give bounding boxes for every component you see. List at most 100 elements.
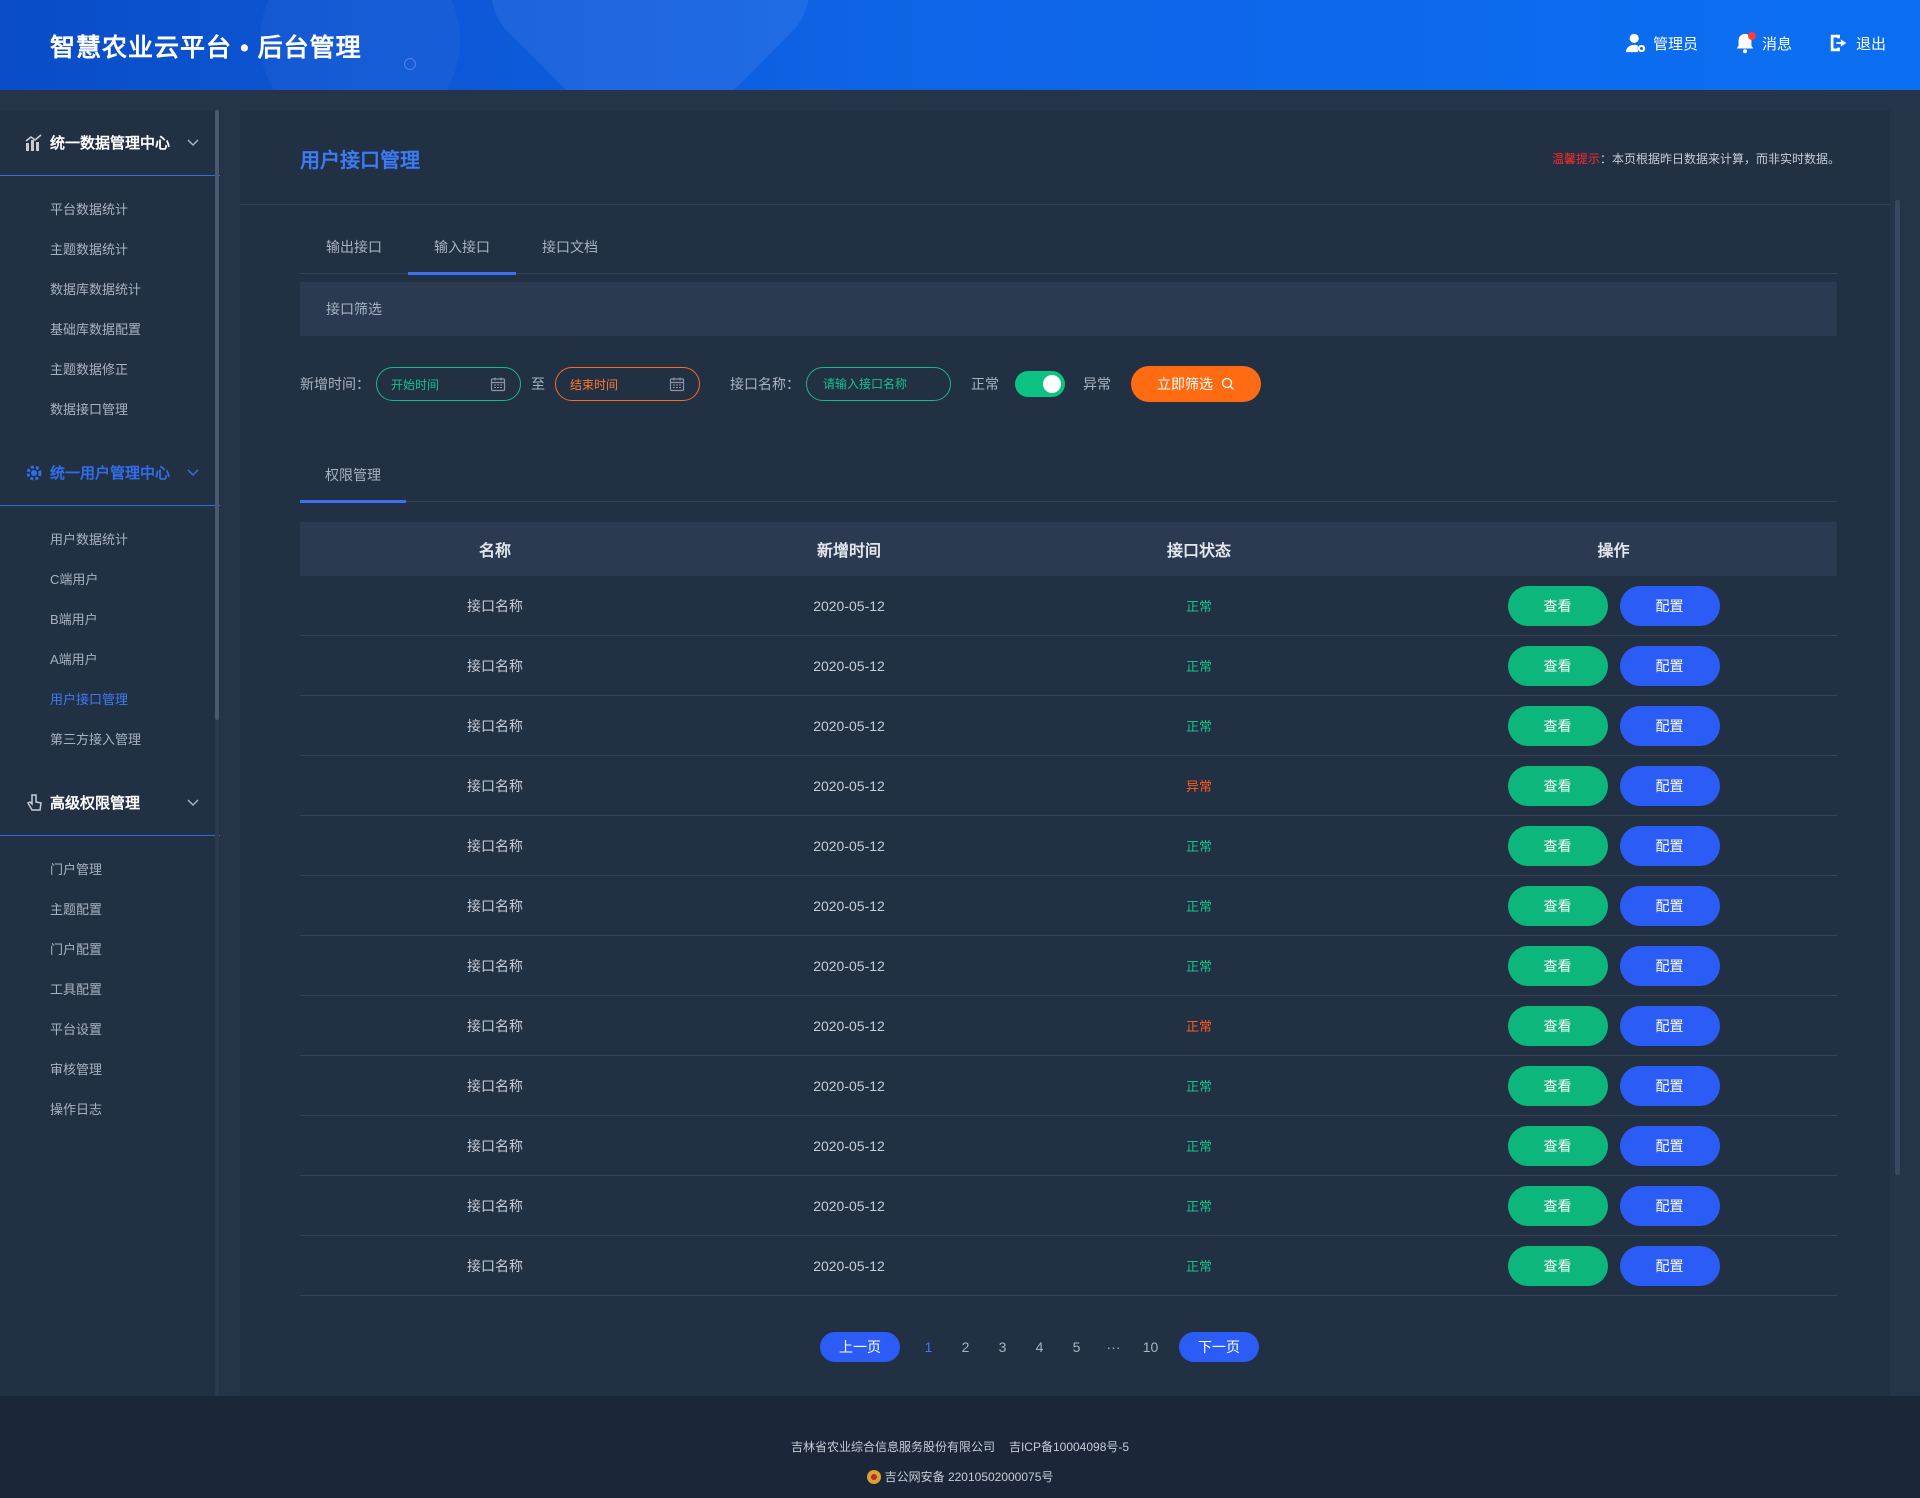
cell-actions: 查看 配置 — [1390, 945, 1837, 986]
cell-actions: 查看 配置 — [1390, 1245, 1837, 1286]
cell-date: 2020-05-12 — [813, 717, 885, 734]
nav-group-data-center[interactable]: 统一数据管理中心 — [0, 110, 220, 176]
view-button[interactable]: 查看 — [1507, 885, 1608, 926]
sidebar-scrollbar[interactable] — [215, 110, 219, 1396]
cell-name: 接口名称 — [467, 897, 523, 914]
view-button[interactable]: 查看 — [1507, 945, 1608, 986]
config-button[interactable]: 配置 — [1619, 945, 1720, 986]
end-date-input[interactable]: 结束时间 — [555, 367, 700, 401]
sidebar-item-theme-config[interactable]: 主题配置 — [0, 890, 220, 930]
cell-status: 正常 — [1008, 1076, 1390, 1095]
page-1[interactable]: 1 — [910, 1339, 947, 1355]
view-button[interactable]: 查看 — [1507, 765, 1608, 806]
view-button[interactable]: 查看 — [1507, 645, 1608, 686]
sidebar-item-platform-settings[interactable]: 平台设置 — [0, 1010, 220, 1050]
notice-label: 温馨提示 — [1551, 152, 1600, 166]
sidebar-item-review[interactable]: 审核管理 — [0, 1050, 220, 1090]
table-row: 接口名称 2020-05-12 正常 查看 配置 — [300, 1176, 1837, 1236]
tab-input-api[interactable]: 输入接口 — [408, 220, 516, 275]
status-text: 正常 — [1185, 599, 1212, 614]
view-button[interactable]: 查看 — [1507, 825, 1608, 866]
sidebar-item-portal-config[interactable]: 门户配置 — [0, 930, 220, 970]
sidebar-item-user-api[interactable]: 用户接口管理 — [0, 680, 220, 720]
tab-api-docs[interactable]: 接口文档 — [516, 220, 624, 274]
cell-date: 2020-05-12 — [813, 1197, 885, 1214]
view-button[interactable]: 查看 — [1507, 705, 1608, 746]
admin-button[interactable]: 管理员 — [1625, 32, 1698, 54]
config-button[interactable]: 配置 — [1619, 1185, 1720, 1226]
nav-group-permissions[interactable]: 高级权限管理 — [0, 770, 220, 836]
filter-button[interactable]: 立即筛选 — [1131, 366, 1261, 402]
config-button[interactable]: 配置 — [1619, 765, 1720, 806]
config-button[interactable]: 配置 — [1619, 645, 1720, 686]
cell-status: 正常 — [1008, 836, 1390, 855]
config-button[interactable]: 配置 — [1619, 825, 1720, 866]
page-5[interactable]: 5 — [1058, 1339, 1095, 1355]
page-2[interactable]: 2 — [947, 1339, 984, 1355]
view-button[interactable]: 查看 — [1507, 1005, 1608, 1046]
footer-police[interactable]: 吉公网安备 22010502000075号 — [885, 1468, 1054, 1485]
page-10[interactable]: 10 — [1132, 1339, 1169, 1355]
tab-output-api[interactable]: 输出接口 — [300, 220, 408, 274]
view-button[interactable]: 查看 — [1507, 1245, 1608, 1286]
footer-icp[interactable]: 吉ICP备10004098号-5 — [1009, 1440, 1129, 1454]
sidebar-item-third-party[interactable]: 第三方接入管理 — [0, 720, 220, 760]
start-date-input[interactable]: 开始时间 — [376, 367, 521, 401]
config-button[interactable]: 配置 — [1619, 1245, 1720, 1286]
logout-button[interactable]: 退出 — [1828, 32, 1886, 54]
nav-list-data-center: 平台数据统计 主题数据统计 数据库数据统计 基础库数据配置 主题数据修正 数据接… — [0, 176, 220, 440]
admin-label: 管理员 — [1652, 35, 1698, 53]
status-text: 正常 — [1185, 1079, 1212, 1094]
sidebar-item-topic-fix[interactable]: 主题数据修正 — [0, 350, 220, 390]
page-scrollbar[interactable] — [1895, 200, 1900, 1175]
api-table: 名称 新增时间 接口状态 操作 接口名称 2020-05-12 正常 查看 配置 接口名称… — [300, 522, 1837, 1296]
sidebar-item-c-users[interactable]: C端用户 — [0, 560, 220, 600]
search-icon — [1221, 377, 1234, 390]
next-page-button[interactable]: 下一页 — [1179, 1332, 1259, 1362]
prev-page-button[interactable]: 上一页 — [820, 1332, 900, 1362]
view-button[interactable]: 查看 — [1507, 1185, 1608, 1226]
name-label: 接口名称： — [730, 376, 800, 392]
page-3[interactable]: 3 — [984, 1339, 1021, 1355]
sidebar-item-user-stats[interactable]: 用户数据统计 — [0, 520, 220, 560]
cell-name: 接口名称 — [467, 657, 523, 674]
scrollbar-thumb[interactable] — [215, 110, 219, 720]
sidebar-item-logs[interactable]: 操作日志 — [0, 1090, 220, 1130]
config-button[interactable]: 配置 — [1619, 1125, 1720, 1166]
table-row: 接口名称 2020-05-12 正常 查看 配置 — [300, 1236, 1837, 1296]
status-text: 正常 — [1185, 1019, 1212, 1034]
view-button[interactable]: 查看 — [1507, 585, 1608, 626]
config-button[interactable]: 配置 — [1619, 885, 1720, 926]
sidebar-item-portal[interactable]: 门户管理 — [0, 850, 220, 890]
abnormal-label: 异常 — [1083, 376, 1111, 392]
hand-pointer-icon — [24, 793, 44, 813]
chevron-down-icon — [187, 469, 199, 477]
sidebar-item-platform-stats[interactable]: 平台数据统计 — [0, 190, 220, 230]
sidebar-item-db-stats[interactable]: 数据库数据统计 — [0, 270, 220, 310]
view-button[interactable]: 查看 — [1507, 1065, 1608, 1106]
sidebar-item-data-api[interactable]: 数据接口管理 — [0, 390, 220, 430]
sidebar-item-topic-stats[interactable]: 主题数据统计 — [0, 230, 220, 270]
cell-date: 2020-05-12 — [813, 897, 885, 914]
page-title: 用户接口管理 — [300, 150, 420, 172]
main-panel: 用户接口管理 温馨提示：本页根据昨日数据来计算，而非实时数据。 输出接口 输入接… — [240, 110, 1890, 1396]
messages-button[interactable]: 消息 — [1734, 32, 1792, 54]
table-row: 接口名称 2020-05-12 正常 查看 配置 — [300, 996, 1837, 1056]
config-button[interactable]: 配置 — [1619, 1005, 1720, 1046]
config-button[interactable]: 配置 — [1619, 705, 1720, 746]
messages-label: 消息 — [1761, 35, 1792, 53]
page-4[interactable]: 4 — [1021, 1339, 1058, 1355]
config-button[interactable]: 配置 — [1619, 1065, 1720, 1106]
nav-group-user-center[interactable]: 统一用户管理中心 — [0, 440, 220, 506]
sidebar-item-b-users[interactable]: B端用户 — [0, 600, 220, 640]
sidebar-item-a-users[interactable]: A端用户 — [0, 640, 220, 680]
sidebar-item-tool-config[interactable]: 工具配置 — [0, 970, 220, 1010]
tab-permissions[interactable]: 权限管理 — [300, 448, 406, 503]
config-button[interactable]: 配置 — [1619, 585, 1720, 626]
view-button[interactable]: 查看 — [1507, 1125, 1608, 1166]
api-name-input[interactable]: 请输入接口名称 — [806, 367, 951, 401]
sidebar-item-base-config[interactable]: 基础库数据配置 — [0, 310, 220, 350]
status-toggle[interactable] — [1015, 371, 1065, 397]
chevron-down-icon — [187, 799, 199, 807]
end-date-placeholder: 结束时间 — [570, 377, 619, 392]
